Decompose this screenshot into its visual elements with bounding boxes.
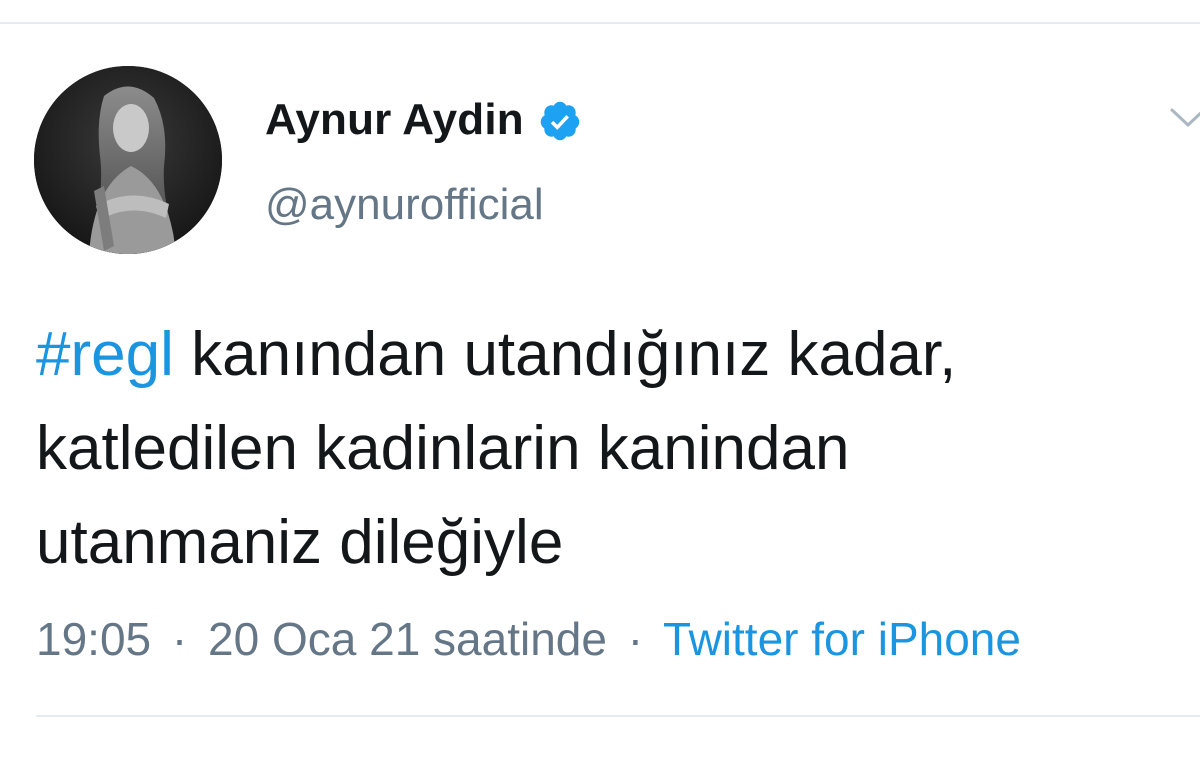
tweet-text-line-2: katledilen kadinlarin kanindan (36, 414, 850, 483)
avatar[interactable] (34, 66, 222, 254)
avatar-photo (34, 66, 222, 254)
tweet-text-line-1-rest: kanından utandığınız kadar, (173, 320, 957, 389)
tweet-meta: 19:05 · 20 Oca 21 saatinde · Twitter for… (36, 612, 1021, 666)
author-row: Aynur Aydin (265, 92, 582, 148)
bottom-divider (36, 715, 1200, 717)
chevron-down-icon[interactable] (1168, 104, 1200, 132)
hashtag-link[interactable]: #regl (36, 320, 174, 389)
top-divider (0, 22, 1200, 24)
verified-badge-icon (538, 99, 582, 143)
display-name[interactable]: Aynur Aydin (265, 95, 524, 145)
tweet-card: Aynur Aydin @aynurofficial #regl kanında… (0, 0, 1200, 774)
meta-separator: · (627, 613, 644, 665)
tweet-text-line-3: utanmaniz dileğiyle (36, 508, 564, 577)
tweet-date[interactable]: 20 Oca 21 saatinde (208, 613, 607, 665)
tweet-text: #regl kanından utandığınız kadar, katled… (36, 308, 1186, 590)
meta-separator: · (171, 613, 188, 665)
author-handle[interactable]: @aynurofficial (265, 180, 544, 230)
tweet-source-link[interactable]: Twitter for iPhone (663, 613, 1021, 665)
tweet-time[interactable]: 19:05 (36, 613, 151, 665)
tweet-text-line-1: #regl kanından utandığınız kadar, (36, 308, 1186, 402)
